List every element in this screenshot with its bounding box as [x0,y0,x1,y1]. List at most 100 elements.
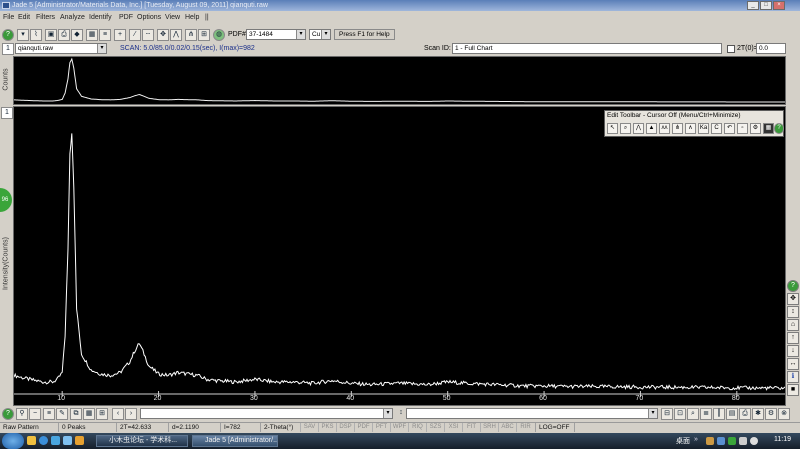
peak-add-icon[interactable]: ▲ [646,123,657,134]
bottom-help-icon[interactable]: ? [2,408,14,420]
chevron-down-icon[interactable]: ▾ [296,30,305,39]
pattern-select[interactable]: ▾ [140,408,393,419]
expand-vertical-icon[interactable]: ↕ [787,306,799,318]
left-right-icon[interactable]: ↔ [787,358,799,370]
cursor-tool-icon[interactable]: ↖ [607,123,618,134]
bottom-grid-icon[interactable]: ▦ [83,408,95,420]
list2-icon[interactable]: ≣ [700,408,712,420]
minimize-button[interactable]: _ [747,1,759,10]
stop-icon[interactable]: ■ [787,384,799,396]
start-button[interactable] [2,433,24,449]
save-icon[interactable]: ▣ [45,29,57,41]
close-button[interactable]: × [773,1,785,10]
kalpha-icon[interactable]: Ka [698,123,709,134]
spin-icon[interactable]: ✱ [752,408,764,420]
settings2-icon[interactable]: ⚙ [765,408,777,420]
find-icon[interactable]: ⌕ [687,408,699,420]
peak-fit-icon[interactable]: ⋔ [672,123,683,134]
tray-icon-2[interactable] [717,437,725,445]
undo-icon[interactable]: ↶ [724,123,735,134]
zoom-in-icon[interactable]: + [114,29,126,41]
status-flag[interactable]: PDF [354,423,372,432]
blank-icon[interactable]: ▫ [737,123,748,134]
status-flag[interactable]: RIQ [408,423,426,432]
print2-icon[interactable]: ⎙ [739,408,751,420]
peaks-icon[interactable]: ⋀ [170,29,182,41]
menu-filters[interactable]: Filters [36,14,55,21]
pdf-icon[interactable]: ⊟ [661,408,673,420]
messenger-icon[interactable] [63,436,72,445]
status-log[interactable]: LOG=OFF [535,423,575,432]
theta0-field[interactable]: 0.0 [756,43,786,54]
right-help-icon[interactable]: ? [787,280,799,292]
line-icon[interactable]: ⁄ [129,29,141,41]
ie-icon[interactable] [51,436,60,445]
bottom-list-icon[interactable]: ≡ [43,408,55,420]
status-flag[interactable]: XSI [444,423,462,432]
tool-icon[interactable]: ◆ [71,29,83,41]
file-select[interactable]: qianquti.raw ▾ [15,43,107,54]
element-select[interactable]: Cu ▾ [309,29,331,40]
scan-id-field[interactable]: 1 - Full Chart [452,43,722,54]
zoom-tool-icon[interactable]: ⌕ [620,123,631,134]
tray-icon-3[interactable] [728,437,736,445]
menu-analyze[interactable]: Analyze [60,14,85,21]
arrow-down-icon[interactable]: ↓ [787,345,799,357]
volume-icon[interactable] [750,437,758,445]
edit-toolbar[interactable]: Edit Toolbar - Cursor Off (Menu/Ctrl+Min… [604,110,784,137]
app-icon-2[interactable] [75,436,84,445]
folder-icon[interactable] [27,436,36,445]
help-icon[interactable]: ? [2,29,14,41]
info-icon[interactable]: ℹ [787,371,799,383]
chart-icon[interactable]: ⌇ [30,29,42,41]
zoom-fit-icon[interactable]: ✥ [787,293,799,305]
filter-icon[interactable]: ⋔ [185,29,197,41]
card-icon[interactable]: ⊡ [674,408,686,420]
bottom-edit-icon[interactable]: ✎ [56,408,68,420]
menu-help[interactable]: Help [185,14,199,21]
peak-edit-icon[interactable]: ⋀ [633,123,644,134]
calc-icon[interactable]: ▦ [86,29,98,41]
chevron-down-icon[interactable]: ▾ [97,44,106,53]
clear-icon[interactable]: C [711,123,722,134]
bottom-next-icon[interactable]: › [125,408,137,420]
card-select[interactable]: ▾ [406,408,658,419]
pane-number-2[interactable]: 1 [1,107,13,119]
list-icon[interactable]: ≡ [99,29,111,41]
menu-pdf[interactable]: PDF [119,14,133,21]
task-browser[interactable]: 小木虫论坛 - 学术科... [96,435,188,447]
status-flag[interactable]: WPF [390,423,408,432]
bottom-prev-icon[interactable]: ‹ [112,408,124,420]
chevron-down-icon[interactable]: ▾ [321,30,330,39]
chevron-down-icon[interactable]: ▾ [383,409,392,418]
settings-icon[interactable]: ⚙ [750,123,761,134]
menu-options[interactable]: Options [137,14,161,21]
menu-file[interactable]: File [3,14,14,21]
tray-chevron-icon[interactable]: » [694,436,698,443]
network-icon[interactable] [739,437,747,445]
grid-icon[interactable]: ▦ [763,123,774,134]
home-icon[interactable]: ⌂ [787,319,799,331]
print-icon[interactable]: ⎙ [58,29,70,41]
close-pane-icon[interactable]: ⊗ [778,408,790,420]
status-flag[interactable]: PFT [372,423,390,432]
pdf-select[interactable]: 37-1484 ▾ [246,29,306,40]
trash-icon[interactable]: ▤ [726,408,738,420]
menu-edit[interactable]: Edit [18,14,30,21]
status-flag[interactable]: ABC [498,423,516,432]
task-jade[interactable]: Jade 5 [Administrator/... [192,435,278,447]
ruler-icon[interactable]: ⊞ [198,29,210,41]
bar-icon[interactable]: ┃ [713,408,725,420]
status-flag[interactable]: SRH [480,423,498,432]
side-badge[interactable]: 96 [0,188,12,212]
theta0-checkbox[interactable] [727,45,735,53]
status-flag[interactable]: RIR [516,423,534,432]
status-flag[interactable]: FIT [462,423,480,432]
open-pattern-icon[interactable]: ▾ [17,29,29,41]
main-plot[interactable]: 10 20 30 40 50 60 70 80 [13,106,786,406]
arrow-up-icon[interactable]: ↑ [787,332,799,344]
bottom-minus-icon[interactable]: − [29,408,41,420]
pane-number-1[interactable]: 1 [2,43,14,55]
globe-icon[interactable]: ◍ [213,29,225,41]
menu-identify[interactable]: Identify [89,14,112,21]
